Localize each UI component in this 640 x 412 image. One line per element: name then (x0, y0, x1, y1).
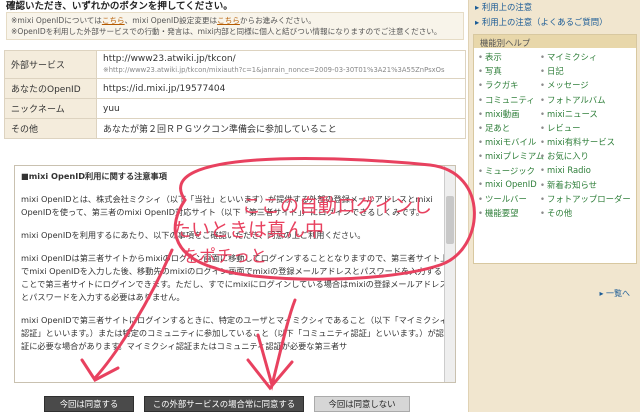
service-url: http://www23.atwiki.jp/tkcon/ (103, 54, 236, 64)
terms-paragraph: mixi OpenIDで第三者サイトにログインするときに、特定のユーザとマイミク… (21, 315, 448, 351)
table-row: ニックネーム yuu (4, 98, 466, 119)
sidebar: ▸ 利用上の注意 ▸ 利用上の注意（よくあるご質問） 機能別ヘルプ • 表示 • マイ… (468, 0, 640, 412)
help-link[interactable]: • 写真 (478, 65, 502, 77)
scrollbar-thumb[interactable] (446, 196, 454, 244)
help-link[interactable]: • その他 (540, 207, 572, 219)
help-link[interactable]: • フォトアップローダー (540, 193, 631, 205)
notes-line-2: ※OpenIDを利用した外部サービスでの行動・発言は、mixi内部と同様に個人と… (11, 27, 442, 36)
usage-faq-link[interactable]: ▸ 利用上の注意（よくあるご質問） (475, 15, 608, 30)
table-row: あなたのOpenID https://id.mixi.jp/19577404 (4, 78, 466, 99)
disagree-button[interactable]: 今回は同意しない (314, 396, 410, 412)
help-link[interactable]: • 機能要望 (478, 207, 518, 219)
agree-always-button[interactable]: この外部サービスの場合常に同意する (144, 396, 304, 412)
service-label: 外部サービス (4, 50, 97, 79)
table-row: その他 あなたが第２回ＲＰＧツクコン準備会に参加していること (4, 118, 466, 139)
help-link[interactable]: • マイミクシィ (540, 51, 597, 63)
service-value: http://www23.atwiki.jp/tkcon/ ※http://ww… (96, 50, 466, 79)
terms-scroll-box[interactable]: ■mixi OpenID利用に関する注意事項 mixi OpenIDとは、株式会… (14, 165, 456, 383)
nickname-label: ニックネーム (4, 98, 97, 119)
help-link[interactable]: • mixiニュース (540, 108, 598, 120)
help-link[interactable]: • 足あと (478, 122, 510, 134)
openid-settings-link[interactable]: こちら (217, 16, 240, 25)
openid-value: https://id.mixi.jp/19577404 (96, 78, 466, 99)
other-value: あなたが第２回ＲＰＧツクコン準備会に参加していること (96, 118, 466, 139)
help-link[interactable]: • コミュニティ (478, 94, 535, 106)
nickname-value: yuu (96, 98, 466, 119)
help-link[interactable]: • フォトアルバム (540, 94, 606, 106)
help-link[interactable]: • mixiプレミアム (478, 150, 544, 162)
help-link[interactable]: • 日記 (540, 65, 564, 77)
terms-paragraph: mixi OpenIDは第三者サイトからmixiのログイン画面に移動してログイン… (21, 253, 449, 302)
terms-paragraph: mixi OpenIDとは、株式会社ミクシィ（以下「当社」といいます）が提供する… (21, 194, 433, 217)
help-link[interactable]: • メッセージ (540, 79, 589, 91)
help-link[interactable]: • お気に入り (540, 150, 589, 162)
help-link[interactable]: • ミュージック (478, 165, 535, 177)
service-sub-url: ※http://www23.atwiki.jp/tkcon/mixiauth?c… (103, 66, 445, 74)
openid-about-link[interactable]: こちら (102, 16, 125, 25)
help-link[interactable]: • mixi動画 (478, 108, 519, 120)
help-link[interactable]: • mixi Radio (540, 165, 591, 175)
terms-paragraph: mixi OpenIDを利用するにあたり、以下の事項をご確認いただき、同意の上ご… (21, 230, 366, 240)
help-list-link[interactable]: ▸ 一覧へ (599, 288, 630, 299)
sidebar-top-links: ▸ 利用上の注意 ▸ 利用上の注意（よくあるご質問） (475, 0, 608, 30)
help-link[interactable]: • mixi有料サービス (540, 136, 615, 148)
help-link[interactable]: • mixi OpenID (478, 179, 537, 189)
feature-help-box: 機能別ヘルプ • 表示 • マイミクシィ • 写真 • 日記 • ラクガキ • メッセージ • コミ… (473, 34, 637, 298)
terms-scrollbar[interactable] (444, 166, 455, 382)
other-label: その他 (4, 118, 97, 139)
notes-line-1: ※mixi OpenIDについてはこちら、mixi OpenID設定変更はこちら… (11, 16, 316, 25)
help-link[interactable]: • 新着お知らせ (540, 179, 597, 191)
help-link[interactable]: • ツールバー (478, 193, 527, 205)
table-row: 外部サービス http://www23.atwiki.jp/tkcon/ ※ht… (4, 50, 466, 79)
help-link[interactable]: • レビュー (540, 122, 580, 134)
help-link[interactable]: • ラクガキ (478, 79, 518, 91)
terms-title: ■mixi OpenID利用に関する注意事項 (21, 171, 167, 181)
main-content: 確認いただき、いずれかのボタンを押してください。 ※mixi OpenIDについ… (0, 0, 468, 412)
openid-label: あなたのOpenID (4, 78, 97, 99)
feature-help-title: 機能別ヘルプ (474, 35, 636, 48)
help-links-grid: • 表示 • マイミクシィ • 写真 • 日記 • ラクガキ • メッセージ • コミュニティ • フォ… (478, 51, 634, 221)
help-link[interactable]: • 表示 (478, 51, 502, 63)
usage-notes-link[interactable]: ▸ 利用上の注意 (475, 0, 608, 15)
help-link[interactable]: • mixiモバイル (478, 136, 536, 148)
agree-once-button[interactable]: 今回は同意する (44, 396, 134, 412)
auth-info-table: 外部サービス http://www23.atwiki.jp/tkcon/ ※ht… (4, 50, 466, 139)
notes-box: ※mixi OpenIDについてはこちら、mixi OpenID設定変更はこちら… (6, 12, 464, 40)
